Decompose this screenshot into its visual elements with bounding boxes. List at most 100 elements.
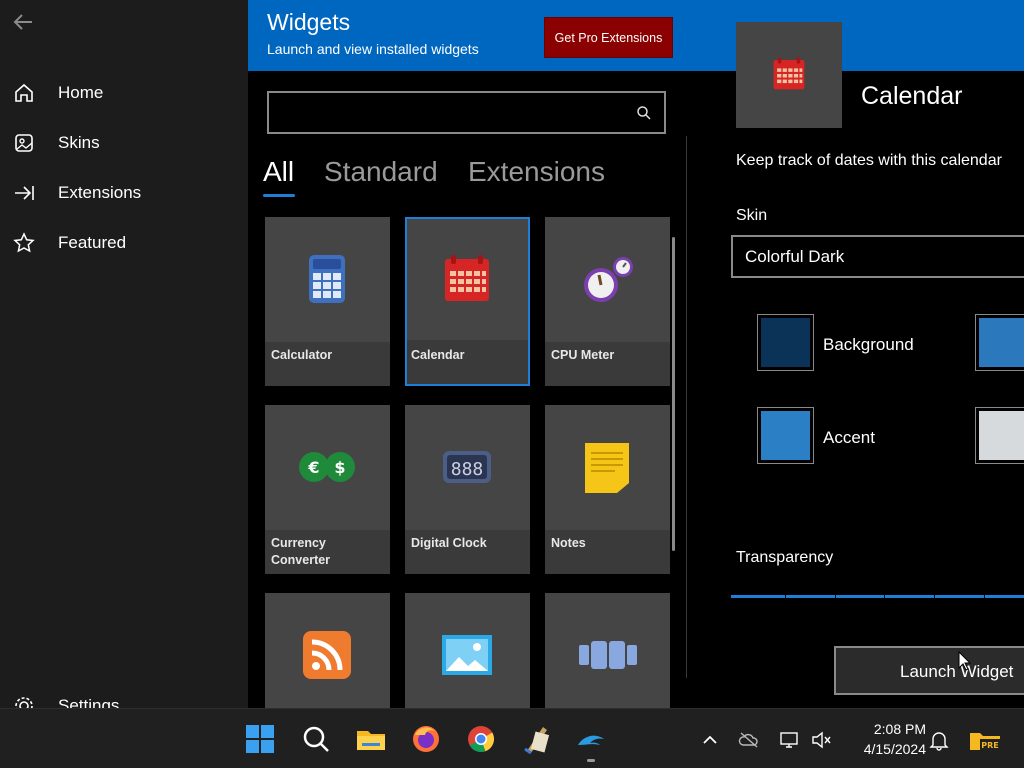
widget-tile-digital-clock[interactable]: 888 Digital Clock [405,405,530,574]
rss-icon [303,631,351,679]
color-swatch-4[interactable] [975,407,1024,464]
launch-widget-button[interactable]: Launch Widget [834,646,1024,695]
background-color-label: Background [823,335,914,354]
chrome-icon[interactable] [465,723,497,755]
svg-text:€: € [307,458,319,477]
slider-tick [835,595,836,598]
sidebar-item-label: Extensions [58,183,142,202]
widget-tile-label: Calendar [411,348,465,362]
clock-date: 4/15/2024 [863,741,926,757]
widget-tile-cpu-meter[interactable]: CPU Meter [545,217,670,386]
widget-tile-rss[interactable] [265,593,390,708]
widget-tile-slideshow[interactable] [545,593,670,708]
dolphin-icon[interactable] [575,723,607,755]
back-arrow-icon [13,14,32,30]
sidebar-item-extensions[interactable]: Extensions [0,173,248,213]
widget-tile-label: Digital Clock [411,536,487,550]
search-icon[interactable] [300,723,332,755]
file-tool-icon[interactable] [521,723,553,755]
slider-tick [884,595,885,598]
sidebar-item-skins[interactable]: Skins [0,123,248,163]
sidebar-item-label: Home [58,83,104,102]
sidebar-item-label: Featured [58,233,127,252]
detail-title: Calendar [861,82,963,110]
sidebar-item-settings[interactable]: Settings [0,692,248,708]
skin-dropdown-value: Colorful Dark [745,247,845,266]
widget-tile-label: Notes [551,536,586,550]
swatch-fill [979,318,1024,367]
svg-text:PRE: PRE [981,741,999,750]
swatch-fill [761,411,810,460]
color-swatch-2[interactable] [975,314,1024,371]
star-icon [13,232,35,253]
accent-color-swatch[interactable] [757,407,814,464]
firefox-icon[interactable] [410,723,442,755]
slider-tick [984,595,985,598]
detail-icon-box [736,22,842,128]
skins-icon [15,134,33,152]
pane-divider [686,136,687,678]
slider-tick [934,595,935,598]
extensions-icon [15,186,34,200]
sidebar-item-featured[interactable]: Featured [0,223,248,263]
detail-description: Keep track of dates with this calendar [736,152,1002,169]
bell-icon[interactable] [928,729,950,751]
pre-release-badge-icon: PRE [970,733,1000,750]
tab-active-indicator [263,194,295,197]
accent-color-label: Accent [823,428,875,447]
tab-extensions[interactable]: Extensions [468,156,605,188]
calendar-icon [773,57,805,90]
calculator-icon [309,255,345,303]
widget-tile-picture[interactable] [405,593,530,708]
tab-all[interactable]: All [263,156,294,188]
get-pro-extensions-button[interactable]: Get Pro Extensions [544,17,673,58]
clock-time: 2:08 PM [873,721,926,737]
cpu-meter-icon [584,257,633,302]
header-banner: Widgets Launch and view installed widget… [248,0,1024,71]
picture-icon [442,635,492,675]
running-indicator [587,759,595,762]
grid-scrollbar[interactable] [672,237,675,551]
widget-tile-label: CPU Meter [551,348,615,362]
file-explorer-icon[interactable] [355,723,387,755]
sidebar-item-label: Skins [58,133,100,152]
svg-text:888: 888 [451,459,484,480]
transparency-slider[interactable] [731,595,1024,598]
start-icon[interactable] [244,723,276,755]
widget-tile-calculator[interactable]: Calculator [265,217,390,386]
widget-tile-notes[interactable]: Notes [545,405,670,574]
tab-standard[interactable]: Standard [324,156,438,188]
mouse-cursor-icon [958,651,972,671]
transparency-label: Transparency [736,549,834,566]
sidebar-item-home[interactable]: Home [0,73,248,113]
search-icon[interactable] [636,105,652,121]
launch-widget-label: Launch Widget [900,662,1014,681]
background-color-swatch[interactable] [757,314,814,371]
slider-tick [785,595,786,598]
taskbar-clock[interactable]: 2:08 PM 4/15/2024 [846,719,926,759]
currency-icon: € $ [299,452,355,482]
widget-tile-currency-converter[interactable]: € $ Currency Converter [265,405,390,574]
chevron-up-icon[interactable] [699,729,721,751]
swatch-fill [979,411,1024,460]
network-icon[interactable] [778,729,800,751]
volume-muted-icon[interactable] [810,729,832,751]
page-title: Widgets [267,9,351,35]
back-button[interactable] [10,8,38,36]
sidebar-item-label: Settings [58,696,120,708]
swatch-fill [761,318,810,367]
widget-tile-calendar[interactable]: Calendar [405,217,530,386]
search-input[interactable] [277,101,631,127]
skin-dropdown[interactable]: Colorful Dark [731,235,1024,278]
slideshow-icon [579,641,637,669]
skin-label: Skin [736,207,768,224]
widget-tile-label: Currency Converter [271,536,331,567]
digital-clock-icon: 888 [443,451,491,483]
sidebar: Home Skins Extensions Featured Settings [0,0,248,708]
taskbar: 2:08 PM 4/15/2024 PRE [0,708,1024,768]
search-box[interactable] [267,91,666,134]
calendar-icon [445,255,489,301]
svg-text:$: $ [334,458,345,477]
widget-tile-label: Calculator [271,348,333,362]
cloud-off-icon[interactable] [738,729,760,751]
